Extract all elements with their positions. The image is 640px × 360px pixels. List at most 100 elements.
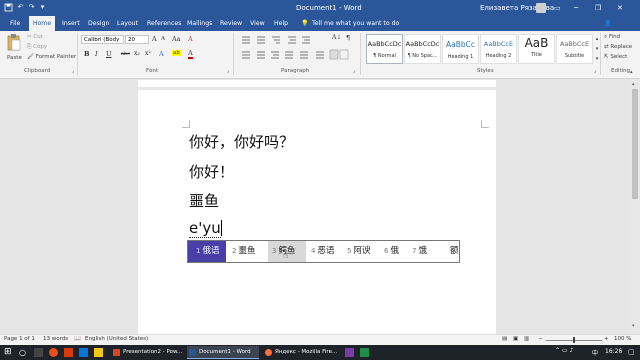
app-icon[interactable]: [345, 348, 354, 357]
ime-candidate-8[interactable]: 额: [450, 241, 459, 262]
find-button[interactable]: ⌕ Find: [604, 34, 620, 41]
font-color-button[interactable]: A: [188, 50, 193, 59]
redo-icon[interactable]: ↷: [27, 3, 36, 12]
format-painter-button[interactable]: 🖌 Format Painter: [27, 54, 76, 60]
grow-font-button[interactable]: A: [152, 35, 157, 43]
share-icon[interactable]: 👤: [604, 16, 612, 31]
ime-candidate-6[interactable]: 6俄: [384, 241, 399, 262]
language-indicator[interactable]: English (United States): [85, 336, 148, 342]
language-tray-icon[interactable]: 中: [592, 348, 598, 357]
ime-candidate-7[interactable]: 7饿: [412, 241, 427, 262]
word-count[interactable]: 13 words: [43, 336, 68, 342]
style-heading-1[interactable]: AaBbCc Heading 1: [442, 34, 479, 64]
clipboard-launcher-icon[interactable]: ⌟: [72, 68, 75, 74]
document-line[interactable]: 你好，你好吗？: [189, 131, 294, 152]
ribbon-display-options-icon[interactable]: ▭: [554, 0, 561, 16]
zoom-slider-thumb[interactable]: [573, 337, 575, 343]
clock[interactable]: 16:26: [605, 348, 622, 355]
tab-references[interactable]: References: [147, 16, 181, 31]
close-button[interactable]: ✕: [617, 0, 623, 16]
proofing-icon[interactable]: 📖: [74, 336, 81, 342]
app-icon[interactable]: [64, 348, 73, 357]
vertical-scrollbar[interactable]: ▴ ▾: [630, 79, 640, 332]
font-name-field[interactable]: Calibri (Body: [81, 35, 124, 44]
clear-formatting-button[interactable]: A: [188, 35, 193, 43]
tab-mailings[interactable]: Mailings: [187, 16, 212, 31]
document-line[interactable]: 噩鱼: [189, 190, 219, 211]
app-icon[interactable]: [360, 348, 369, 357]
taskbar-item-word[interactable]: Document1 - Word: [187, 346, 259, 359]
ime-candidate-4[interactable]: 4 恶语: [311, 241, 334, 262]
document-line[interactable]: 你好！: [189, 161, 234, 182]
tray-icons[interactable]: ⌃ ▭ ♪: [555, 347, 573, 354]
app-icon[interactable]: [79, 348, 88, 357]
change-case-button[interactable]: Aa: [172, 35, 181, 43]
style-no-spacing[interactable]: AaBbCcDc ¶ No Spac...: [404, 34, 441, 64]
tab-home[interactable]: Home: [29, 16, 55, 31]
web-layout-icon[interactable]: ▥: [524, 336, 529, 342]
ime-candidate-1[interactable]: 1 俄语: [188, 241, 226, 262]
style-normal[interactable]: AaBbCcDc ¶ Normal: [366, 34, 403, 64]
ime-candidate-5[interactable]: 5 阿谀: [347, 241, 370, 262]
font-launcher-icon[interactable]: ⌟: [227, 68, 230, 74]
avatar[interactable]: [536, 3, 546, 13]
tab-help[interactable]: Help: [274, 16, 288, 31]
save-icon[interactable]: [4, 3, 13, 12]
undo-icon[interactable]: ↶: [16, 3, 25, 12]
taskbar-item-firefox[interactable]: Яндекс - Mozilla Fire...: [263, 346, 341, 359]
tab-design[interactable]: Design: [88, 16, 109, 31]
font-size-field[interactable]: 20: [125, 35, 149, 44]
scroll-down-icon[interactable]: ▾: [632, 323, 635, 329]
strikethrough-button[interactable]: abc: [121, 51, 130, 57]
style-title[interactable]: AaB Title: [518, 34, 555, 64]
underline-button[interactable]: U: [106, 50, 111, 58]
style-heading-2[interactable]: AaBbCcE Heading 2: [480, 34, 517, 64]
folder-icon[interactable]: [94, 348, 103, 357]
tell-me-search[interactable]: Tell me what you want to do: [312, 16, 399, 31]
tab-file[interactable]: File: [10, 16, 20, 31]
shrink-font-button[interactable]: A: [161, 36, 165, 42]
scrollbar-thumb[interactable]: [632, 89, 638, 199]
paragraph-launcher-icon[interactable]: ⌟: [353, 68, 356, 74]
tab-layout[interactable]: Layout: [117, 16, 138, 31]
show-formatting-button[interactable]: ¶: [346, 34, 350, 42]
superscript-button[interactable]: x²: [145, 50, 151, 57]
search-icon[interactable]: ○: [19, 348, 28, 357]
tab-view[interactable]: View: [250, 16, 265, 31]
browser-icon[interactable]: [49, 348, 58, 357]
scroll-up-icon[interactable]: ▴: [632, 81, 635, 87]
taskbar-item-powerpoint[interactable]: Presentation2 - Pow...: [111, 346, 183, 359]
text-effects-button[interactable]: A: [159, 50, 164, 58]
replace-button[interactable]: ⇄ Replace: [604, 44, 632, 50]
tab-review[interactable]: Review: [220, 16, 242, 31]
paste-button[interactable]: Paste: [7, 55, 22, 61]
ime-composition-text[interactable]: e'yu: [189, 219, 222, 238]
customize-quick-access-icon[interactable]: ▾: [38, 3, 47, 12]
bold-button[interactable]: B: [84, 50, 90, 58]
windows-start-icon[interactable]: ⊞: [4, 348, 13, 357]
restore-button[interactable]: ❐: [595, 0, 601, 16]
collapse-ribbon-icon[interactable]: ▴: [630, 69, 633, 75]
zoom-level[interactable]: 100 %: [614, 336, 631, 342]
styles-launcher-icon[interactable]: ⌟: [594, 68, 597, 74]
ime-candidate-2[interactable]: 2 噩鱼: [232, 241, 255, 262]
document-page[interactable]: [138, 90, 496, 334]
read-mode-icon[interactable]: ▤: [502, 336, 507, 342]
tab-insert[interactable]: Insert: [62, 16, 80, 31]
notifications-icon[interactable]: ▢: [628, 348, 635, 356]
zoom-out-icon[interactable]: −: [538, 336, 543, 342]
task-view-icon[interactable]: [34, 348, 43, 357]
page-count[interactable]: Page 1 of 1: [4, 336, 35, 342]
minimize-button[interactable]: ─: [574, 0, 578, 16]
candidate-text: 俄: [390, 246, 399, 256]
style-subtitle[interactable]: AaBbCcE Subtitle: [556, 34, 593, 64]
paste-icon[interactable]: [6, 33, 22, 53]
sort-icon[interactable]: A↓: [332, 34, 341, 41]
print-layout-icon[interactable]: ▣: [513, 336, 518, 342]
italic-button[interactable]: I: [95, 50, 98, 58]
zoom-in-icon[interactable]: +: [604, 336, 609, 342]
highlight-button[interactable]: ab: [172, 50, 181, 56]
select-button[interactable]: ⇱ Select: [604, 54, 627, 60]
subscript-button[interactable]: x₂: [134, 50, 140, 57]
font-group-label: Font: [146, 68, 158, 74]
